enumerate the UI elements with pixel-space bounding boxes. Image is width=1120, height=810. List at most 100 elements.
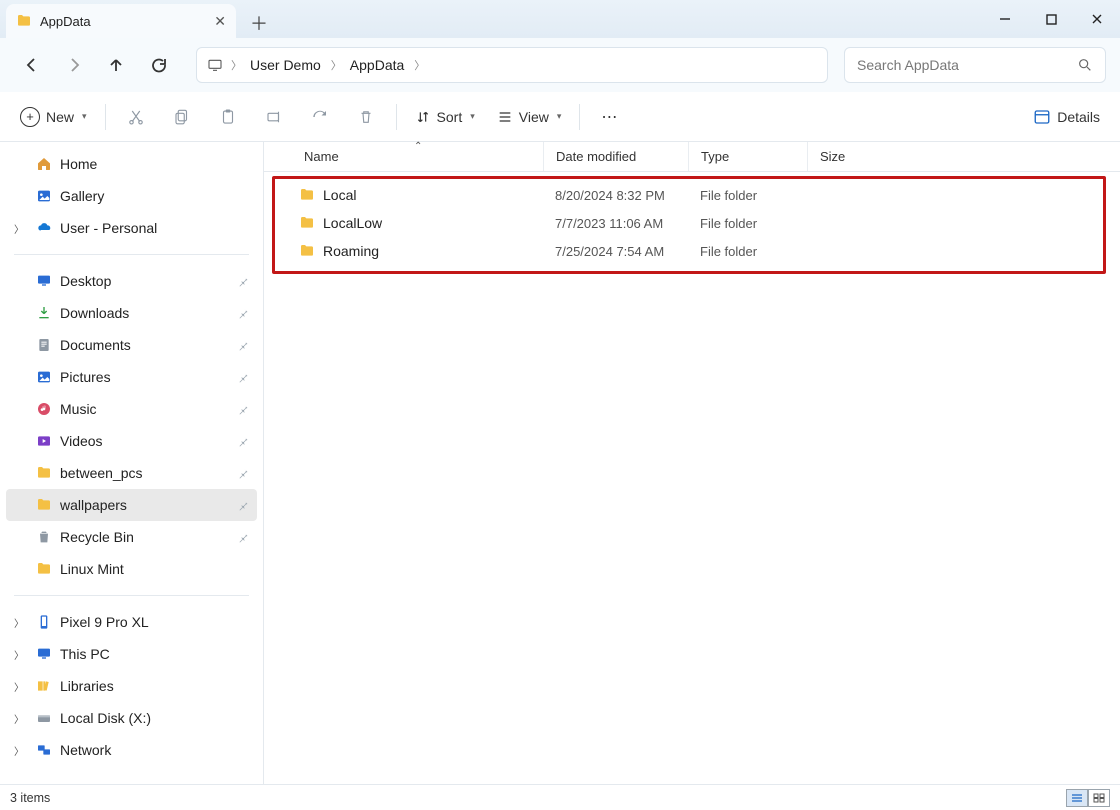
- sidebar-item-desktop[interactable]: Desktop: [6, 265, 257, 297]
- sidebar-item-home[interactable]: Home: [6, 148, 257, 180]
- chevron-right-icon[interactable]: 〉: [231, 57, 242, 73]
- paste-button[interactable]: [206, 99, 250, 135]
- breadcrumb-item[interactable]: AppData 〉: [350, 57, 425, 73]
- sidebar-item-onedrive[interactable]: 〉 User - Personal: [6, 212, 257, 244]
- sort-button[interactable]: Sort ▾: [405, 99, 485, 135]
- sidebar-item-gallery[interactable]: Gallery: [6, 180, 257, 212]
- sidebar-item-folder[interactable]: Linux Mint: [6, 553, 257, 585]
- rename-button[interactable]: [252, 99, 296, 135]
- search-input[interactable]: [857, 57, 1069, 73]
- view-icon: [497, 109, 513, 125]
- sidebar-item-network[interactable]: 〉 Network: [6, 734, 257, 766]
- sidebar-item-thispc[interactable]: 〉 This PC: [6, 638, 257, 670]
- column-header-size[interactable]: Size: [808, 142, 888, 171]
- search-box[interactable]: [844, 47, 1106, 83]
- sidebar-item-label: Network: [60, 742, 111, 758]
- column-header-name[interactable]: Name: [264, 142, 544, 171]
- sidebar-item-label: Videos: [60, 433, 103, 449]
- file-row[interactable]: Roaming 7/25/2024 7:54 AM File folder: [275, 237, 1103, 265]
- status-bar: 3 items: [0, 784, 1120, 810]
- column-header-label: Name: [304, 149, 339, 164]
- new-tab-button[interactable]: ＋: [242, 8, 276, 38]
- expand-icon[interactable]: 〉: [14, 615, 24, 630]
- share-button[interactable]: [298, 99, 342, 135]
- expand-icon[interactable]: 〉: [14, 679, 24, 694]
- close-button[interactable]: [1074, 0, 1120, 38]
- sidebar-item-pictures[interactable]: Pictures: [6, 361, 257, 393]
- divider: [14, 595, 249, 596]
- folder-icon: [299, 243, 315, 259]
- pin-icon: [237, 499, 249, 511]
- expand-icon[interactable]: 〉: [14, 711, 24, 726]
- copy-button[interactable]: [160, 99, 204, 135]
- sidebar-item-label: Desktop: [60, 273, 111, 289]
- pin-icon: [237, 403, 249, 415]
- up-button[interactable]: [98, 47, 134, 83]
- details-pane-button[interactable]: Details: [1023, 99, 1110, 135]
- minimize-button[interactable]: [982, 0, 1028, 38]
- sidebar-item-label: This PC: [60, 646, 110, 662]
- folder-icon: [36, 561, 52, 577]
- view-label: View: [519, 109, 549, 125]
- folder-icon: [36, 497, 52, 513]
- command-bar: + New ▾ Sort ▾ View ▾ ⋯ Details: [0, 92, 1120, 142]
- sidebar-item-label: wallpapers: [60, 497, 127, 513]
- navigation-pane[interactable]: Home Gallery 〉 User - Personal Desktop D…: [0, 142, 264, 784]
- sidebar-item-recyclebin[interactable]: Recycle Bin: [6, 521, 257, 553]
- sidebar-item-music[interactable]: Music: [6, 393, 257, 425]
- refresh-button[interactable]: [140, 47, 176, 83]
- cut-button[interactable]: [114, 99, 158, 135]
- details-view-toggle[interactable]: [1066, 789, 1088, 807]
- sidebar-item-documents[interactable]: Documents: [6, 329, 257, 361]
- more-button[interactable]: ⋯: [588, 99, 632, 135]
- thumbnail-view-toggle[interactable]: [1088, 789, 1110, 807]
- folder-icon: [299, 187, 315, 203]
- sidebar-item-libraries[interactable]: 〉 Libraries: [6, 670, 257, 702]
- window-tab[interactable]: AppData ✕: [6, 4, 236, 38]
- file-list-pane: ⌃ Name Date modified Type Size Local 8/2…: [264, 142, 1120, 784]
- tab-close-icon[interactable]: ✕: [214, 13, 226, 30]
- view-button[interactable]: View ▾: [487, 99, 572, 135]
- sidebar-item-videos[interactable]: Videos: [6, 425, 257, 457]
- sort-icon: [415, 109, 431, 125]
- expand-icon[interactable]: 〉: [14, 743, 24, 758]
- delete-button[interactable]: [344, 99, 388, 135]
- back-button[interactable]: [14, 47, 50, 83]
- home-icon: [36, 156, 52, 172]
- chevron-down-icon: ▾: [470, 111, 475, 122]
- chevron-down-icon: ▾: [557, 111, 562, 122]
- sidebar-item-folder[interactable]: between_pcs: [6, 457, 257, 489]
- chevron-right-icon[interactable]: 〉: [414, 57, 425, 73]
- recyclebin-icon: [36, 529, 52, 545]
- sidebar-item-label: User - Personal: [60, 220, 157, 236]
- expand-icon[interactable]: 〉: [14, 221, 24, 236]
- sidebar-item-downloads[interactable]: Downloads: [6, 297, 257, 329]
- expand-icon[interactable]: 〉: [14, 647, 24, 662]
- sidebar-item-label: Home: [60, 156, 97, 172]
- column-header-type[interactable]: Type: [689, 142, 808, 171]
- file-row[interactable]: Local 8/20/2024 8:32 PM File folder: [275, 181, 1103, 209]
- search-icon[interactable]: [1077, 57, 1093, 73]
- sidebar-item-phone[interactable]: 〉 Pixel 9 Pro XL: [6, 606, 257, 638]
- gallery-icon: [36, 188, 52, 204]
- file-row[interactable]: LocalLow 7/7/2023 11:06 AM File folder: [275, 209, 1103, 237]
- maximize-button[interactable]: [1028, 0, 1074, 38]
- sidebar-item-folder[interactable]: wallpapers: [6, 489, 257, 521]
- forward-button[interactable]: [56, 47, 92, 83]
- sidebar-item-label: Music: [60, 401, 97, 417]
- sidebar-item-label: Downloads: [60, 305, 129, 321]
- file-name: Local: [323, 187, 356, 203]
- breadcrumb-item[interactable]: User Demo 〉: [250, 57, 342, 73]
- new-button[interactable]: + New ▾: [10, 99, 97, 135]
- column-header-date[interactable]: Date modified: [544, 142, 689, 171]
- sort-indicator-icon: ⌃: [414, 141, 422, 152]
- column-header-label: Date modified: [556, 149, 636, 164]
- pin-icon: [237, 467, 249, 479]
- sidebar-item-disk[interactable]: 〉 Local Disk (X:): [6, 702, 257, 734]
- column-header-label: Type: [701, 149, 729, 164]
- chevron-right-icon[interactable]: 〉: [331, 57, 342, 73]
- address-bar[interactable]: 〉 User Demo 〉 AppData 〉: [196, 47, 828, 83]
- download-icon: [36, 305, 52, 321]
- pin-icon: [237, 531, 249, 543]
- video-icon: [36, 433, 52, 449]
